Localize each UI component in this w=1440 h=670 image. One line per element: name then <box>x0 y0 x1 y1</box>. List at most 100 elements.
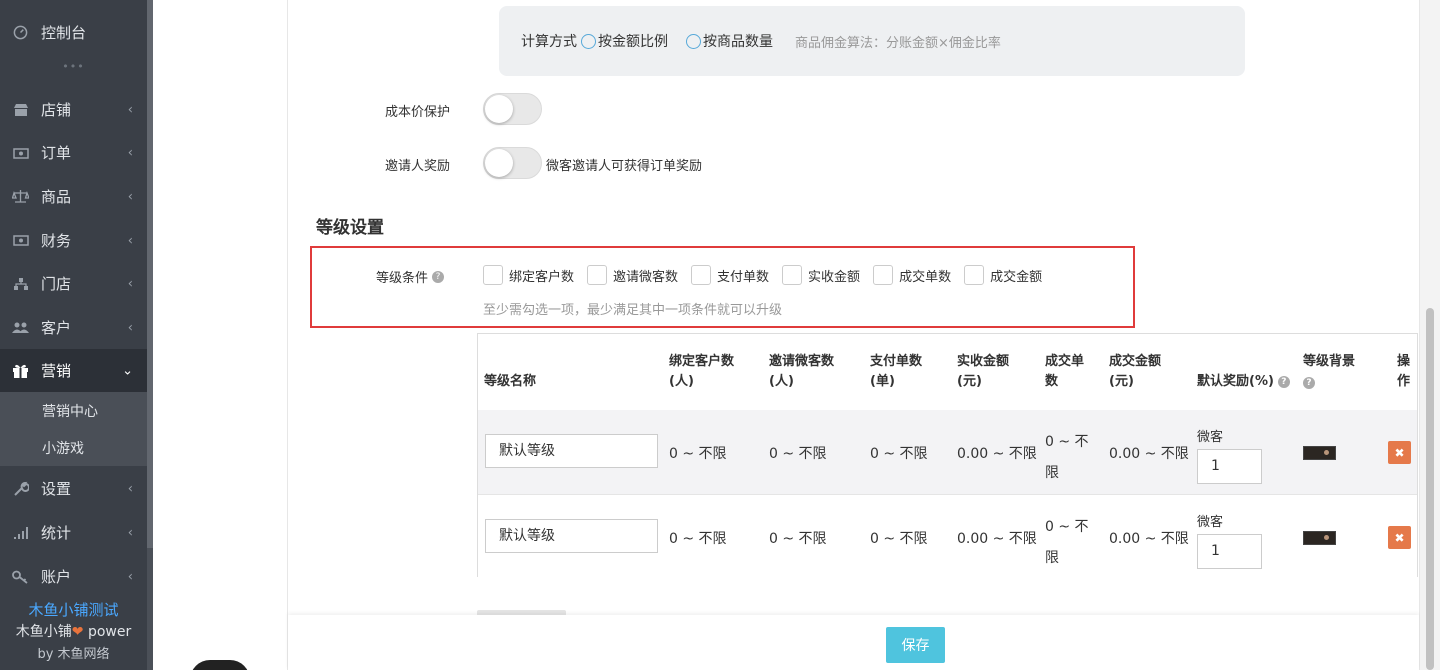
sidebar-item-goods[interactable]: 商品 ‹ <box>0 175 147 218</box>
reward-input[interactable]: 1 <box>1197 534 1262 569</box>
checkbox[interactable] <box>587 265 608 285</box>
header-deal-amount: 成交金额 (元) <box>1109 352 1161 392</box>
header-line: (单) <box>870 374 895 389</box>
cell-bind: 0 ~ 不限 <box>669 531 727 547</box>
sidebar-item-label: 设置 <box>41 480 72 498</box>
inviter-reward-toggle[interactable] <box>483 147 542 179</box>
header-reward: 默认奖励(%)? <box>1197 372 1290 392</box>
sidebar-item-stores[interactable]: 门店 ‹ <box>0 262 147 305</box>
sidebar-item-shop[interactable]: 店铺 ‹ <box>0 88 147 131</box>
header-operation: 操作 <box>1397 352 1410 392</box>
checkbox-label: 成交单数 <box>899 269 952 285</box>
condition-checkbox-bind-customers[interactable]: 绑定客户数 <box>483 265 574 285</box>
delete-row-button[interactable]: ✖ <box>1388 441 1411 464</box>
header-invite: 邀请微客数 (人) <box>769 352 834 392</box>
header-line: 默认奖励(%) <box>1197 374 1274 389</box>
chevron-left-icon: ‹ <box>127 481 133 496</box>
sidebar-item-label: 控制台 <box>41 24 87 42</box>
header-deal-orders: 成交单数 <box>1045 352 1084 392</box>
submenu-item-mini-games[interactable]: 小游戏 <box>0 429 147 466</box>
sidebar-item-marketing[interactable]: 营销 ⌄ <box>0 349 147 392</box>
cell-line: 限 <box>1045 550 1059 566</box>
save-button[interactable]: 保存 <box>886 627 945 663</box>
signal-icon <box>12 524 29 541</box>
marketing-submenu: 营销中心 小游戏 <box>0 392 147 466</box>
level-bg-thumbnail[interactable] <box>1303 531 1336 545</box>
header-level-name: 等级名称 <box>484 374 537 389</box>
header-line: 等级背景 <box>1303 354 1356 369</box>
footer-bar <box>288 615 1419 670</box>
sidebar-item-settings[interactable]: 设置 ‹ <box>0 467 147 510</box>
sidebar-item-orders[interactable]: 订单 ‹ <box>0 131 147 174</box>
header-line: 作 <box>1397 374 1411 389</box>
checkbox[interactable] <box>964 265 985 285</box>
cost-protect-toggle[interactable] <box>483 93 542 125</box>
page-scrollbar[interactable] <box>1420 0 1440 670</box>
toggle-knob <box>485 95 513 123</box>
cell-deal-amount: 0.00 ~ 不限 <box>1109 446 1189 462</box>
heart-icon: ❤ <box>71 624 84 640</box>
order-icon <box>12 144 29 161</box>
shop-icon <box>12 101 29 118</box>
sidebar-item-label: 营销 <box>41 362 72 380</box>
sidebar-divider-dots: ••• <box>62 60 85 73</box>
inviter-reward-label: 邀请人奖励 <box>384 159 450 174</box>
question-icon[interactable]: ? <box>1277 376 1290 388</box>
checkbox[interactable] <box>483 265 503 285</box>
shop-name-link[interactable]: 木鱼小铺测试 <box>0 599 147 620</box>
condition-checkbox-deal-amount[interactable]: 成交金额 <box>964 265 1042 285</box>
checkbox[interactable] <box>873 265 894 285</box>
cell-bind: 0 ~ 不限 <box>669 446 727 462</box>
checkbox[interactable] <box>691 265 712 285</box>
header-line: 邀请微客数 <box>769 354 835 369</box>
brand-power: 木鱼小铺❤ power <box>0 621 147 641</box>
question-icon[interactable]: ? <box>432 270 445 283</box>
radio-icon[interactable] <box>581 33 596 49</box>
radio-icon[interactable] <box>686 33 701 49</box>
sidebar-item-label: 统计 <box>41 524 72 542</box>
level-condition-options: 绑定客户数 邀请微客数 支付单数 实收金额 成交单数 成交金额 <box>483 265 1055 285</box>
level-table: 等级名称 绑定客户数 (人) 邀请微客数 (人) 支付单数 (单) 实收金额 (元) 成… <box>477 333 1418 578</box>
chevron-left-icon: ‹ <box>127 233 133 248</box>
table-row: 默认等级 0 ~ 不限 0 ~ 不限 0 ~ 不限 0.00 ~ 不限 0 ~ … <box>478 494 1417 578</box>
submenu-item-marketing-center[interactable]: 营销中心 <box>0 392 147 429</box>
level-name-input[interactable]: 默认等级 <box>485 519 658 553</box>
header-line: (元) <box>1109 374 1134 389</box>
close-icon: ✖ <box>1394 530 1405 545</box>
chevron-left-icon: ‹ <box>127 102 133 117</box>
chevron-left-icon: ‹ <box>127 320 133 335</box>
cell-line: 0 ~ 不 <box>1045 434 1089 450</box>
chevron-left-icon: ‹ <box>127 276 133 291</box>
level-name-input[interactable]: 默认等级 <box>485 434 658 468</box>
calc-option-quantity[interactable]: 按商品数量 <box>686 31 773 51</box>
sidebar-item-statistics[interactable]: 统计 ‹ <box>0 511 147 554</box>
level-condition-label: 等级条件? <box>376 267 445 286</box>
reward-input[interactable]: 1 <box>1197 449 1262 484</box>
sidebar-item-customers[interactable]: 客户 ‹ <box>0 306 147 349</box>
chevron-left-icon: ‹ <box>127 145 133 160</box>
condition-checkbox-received-amount[interactable]: 实收金额 <box>782 265 860 285</box>
wrench-icon <box>12 480 29 497</box>
sidebar-item-dashboard[interactable]: 控制台 <box>0 11 147 54</box>
level-bg-thumbnail[interactable] <box>1303 446 1336 460</box>
calc-option-amount[interactable]: 按金额比例 <box>581 31 668 51</box>
header-line: 操 <box>1397 354 1411 369</box>
header-line: (人) <box>769 374 794 389</box>
delete-row-button[interactable]: ✖ <box>1388 526 1411 549</box>
page-scrollbar-thumb[interactable] <box>1426 308 1434 670</box>
calc-option-label: 按金额比例 <box>598 34 668 50</box>
sitemap-icon <box>12 275 29 292</box>
preview-gap <box>153 0 285 670</box>
cell-deal: 0 ~ 不限 <box>1045 427 1089 489</box>
checkbox[interactable] <box>782 265 803 285</box>
sidebar-item-account[interactable]: 账户 ‹ <box>0 555 147 598</box>
header-line: 实收金额 <box>957 354 1010 369</box>
sidebar-item-finance[interactable]: 财务 ‹ <box>0 219 147 262</box>
condition-checkbox-deal-orders[interactable]: 成交单数 <box>873 265 951 285</box>
brand-power-suffix: power <box>83 624 132 640</box>
chevron-left-icon: ‹ <box>127 569 133 584</box>
condition-checkbox-pay-orders[interactable]: 支付单数 <box>691 265 769 285</box>
question-icon[interactable]: ? <box>1303 377 1315 389</box>
header-line: (元) <box>957 374 982 389</box>
condition-checkbox-invite[interactable]: 邀请微客数 <box>587 265 678 285</box>
